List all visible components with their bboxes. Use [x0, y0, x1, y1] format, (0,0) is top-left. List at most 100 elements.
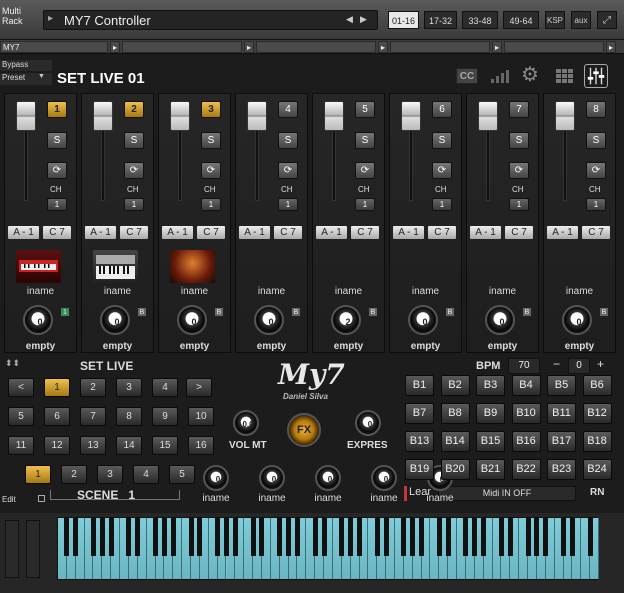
black-key[interactable]	[525, 518, 531, 556]
black-key[interactable]	[472, 518, 478, 556]
low-key-range[interactable]: A - 1	[392, 225, 425, 240]
midi-channel[interactable]: 1	[124, 198, 144, 211]
channel-number-button[interactable]: 6	[432, 101, 452, 118]
collapse-arrow-icon[interactable]: ▸	[48, 13, 53, 24]
channel-badge[interactable]: B	[599, 307, 609, 317]
channel-number-button[interactable]: 4	[278, 101, 298, 118]
black-key[interactable]	[108, 518, 114, 556]
fx-knob[interactable]: FX	[287, 413, 321, 447]
low-key-range[interactable]: A - 1	[238, 225, 271, 240]
setlive-button-15[interactable]: 15	[152, 436, 178, 455]
volume-fader[interactable]	[170, 101, 190, 131]
tab-slot-5[interactable]	[504, 41, 604, 53]
tab-arrow-icon[interactable]: ▸	[244, 41, 254, 53]
channel-number-button[interactable]: 8	[586, 101, 606, 118]
black-key[interactable]	[569, 518, 575, 556]
b-button-b17[interactable]: B17	[547, 431, 576, 452]
black-key[interactable]	[170, 518, 176, 556]
setlive-button-2[interactable]: 2	[80, 378, 106, 397]
rn-button[interactable]: RN	[590, 487, 604, 498]
loop-icon[interactable]: ⟳	[355, 162, 375, 179]
black-key[interactable]	[215, 518, 221, 556]
tab-slot-3[interactable]	[256, 41, 376, 53]
channel-badge[interactable]: B	[445, 307, 455, 317]
scene-button-3[interactable]: 3	[97, 465, 123, 484]
bypass-button[interactable]: Bypass	[0, 60, 52, 71]
loop-icon[interactable]: ⟳	[432, 162, 452, 179]
b-button-b7[interactable]: B7	[405, 403, 434, 424]
black-key[interactable]	[383, 518, 389, 556]
black-key[interactable]	[153, 518, 159, 556]
setlive-button-5[interactable]: 5	[8, 407, 34, 426]
loop-icon[interactable]: ⟳	[509, 162, 529, 179]
black-key[interactable]	[498, 518, 504, 556]
instrument-image[interactable]	[16, 250, 61, 283]
edit-label[interactable]: Edit	[2, 495, 16, 504]
assign-knob[interactable]: 0	[203, 465, 229, 491]
assign-knob[interactable]: 0	[315, 465, 341, 491]
piano-keyboard[interactable]	[57, 517, 599, 580]
tab-slot-4[interactable]	[390, 41, 490, 53]
volume-fader[interactable]	[324, 101, 344, 131]
gear-icon[interactable]: ⚙	[521, 65, 543, 86]
channel-badge[interactable]: B	[522, 307, 532, 317]
mod-wheel[interactable]	[26, 520, 40, 578]
grid-icon[interactable]	[555, 68, 575, 84]
solo-button[interactable]: S	[201, 132, 221, 149]
channel-knob[interactable]: 0	[562, 305, 592, 335]
tab-arrow-icon[interactable]: ▸	[492, 41, 502, 53]
loop-icon[interactable]: ⟳	[278, 162, 298, 179]
arrows-icon[interactable]: ⬍⬍	[5, 358, 20, 369]
transpose-minus[interactable]: −	[553, 357, 560, 371]
b-button-b11[interactable]: B11	[547, 403, 576, 424]
setlive-button-16[interactable]: 16	[188, 436, 214, 455]
b-button-b14[interactable]: B14	[440, 431, 470, 452]
loop-icon[interactable]: ⟳	[124, 162, 144, 179]
black-key[interactable]	[507, 518, 513, 556]
assign-knob[interactable]: 0	[371, 465, 397, 491]
black-key[interactable]	[294, 518, 300, 556]
loop-icon[interactable]: ⟳	[47, 162, 67, 179]
channel-knob[interactable]: 0	[408, 305, 438, 335]
setlive-button-9[interactable]: 9	[152, 407, 178, 426]
pitch-wheel[interactable]	[5, 520, 19, 578]
instrument-title-box[interactable]: ▸ MY7 Controller ◀ ▶	[43, 10, 378, 30]
black-key[interactable]	[374, 518, 380, 556]
low-key-range[interactable]: A - 1	[315, 225, 348, 240]
scene-button-1[interactable]: 1	[25, 465, 51, 484]
expres-knob[interactable]: 0	[355, 410, 381, 436]
loop-icon[interactable]: ⟳	[201, 162, 221, 179]
low-key-range[interactable]: A - 1	[161, 225, 194, 240]
black-key[interactable]	[401, 518, 407, 556]
channel-number-button[interactable]: 3	[201, 101, 221, 118]
tab-arrow-icon[interactable]: ▸	[110, 41, 120, 53]
tab-arrow-icon[interactable]: ▸	[378, 41, 388, 53]
next-instrument-icon[interactable]: ▶	[360, 14, 367, 25]
volume-fader[interactable]	[555, 101, 575, 131]
black-key[interactable]	[348, 518, 354, 556]
black-key[interactable]	[135, 518, 141, 556]
black-key[interactable]	[561, 518, 567, 556]
low-key-range[interactable]: A - 1	[84, 225, 117, 240]
black-key[interactable]	[197, 518, 203, 556]
channel-badge[interactable]: B	[291, 307, 301, 317]
solo-button[interactable]: S	[432, 132, 452, 149]
tab-instrument[interactable]: MY7	[0, 41, 108, 53]
black-key[interactable]	[224, 518, 229, 556]
signal-icon[interactable]	[489, 68, 511, 84]
range-33-48[interactable]: 33-48	[462, 11, 498, 29]
setlive-button-8[interactable]: 8	[116, 407, 142, 426]
scene-button-2[interactable]: 2	[61, 465, 87, 484]
b-button-b5[interactable]: B5	[547, 375, 576, 396]
high-key-range[interactable]: C 7	[581, 225, 611, 240]
expand-icon[interactable]: ⤢	[597, 11, 617, 29]
range-17-32[interactable]: 17-32	[424, 11, 457, 29]
b-button-b19[interactable]: B19	[405, 459, 434, 480]
high-key-range[interactable]: C 7	[273, 225, 303, 240]
b-button-b20[interactable]: B20	[440, 459, 470, 480]
bpm-value[interactable]: 70	[508, 358, 540, 374]
channel-knob[interactable]: 0	[23, 305, 53, 335]
black-key[interactable]	[73, 518, 79, 556]
setlive-button-11[interactable]: 11	[8, 436, 34, 455]
solo-button[interactable]: S	[47, 132, 67, 149]
